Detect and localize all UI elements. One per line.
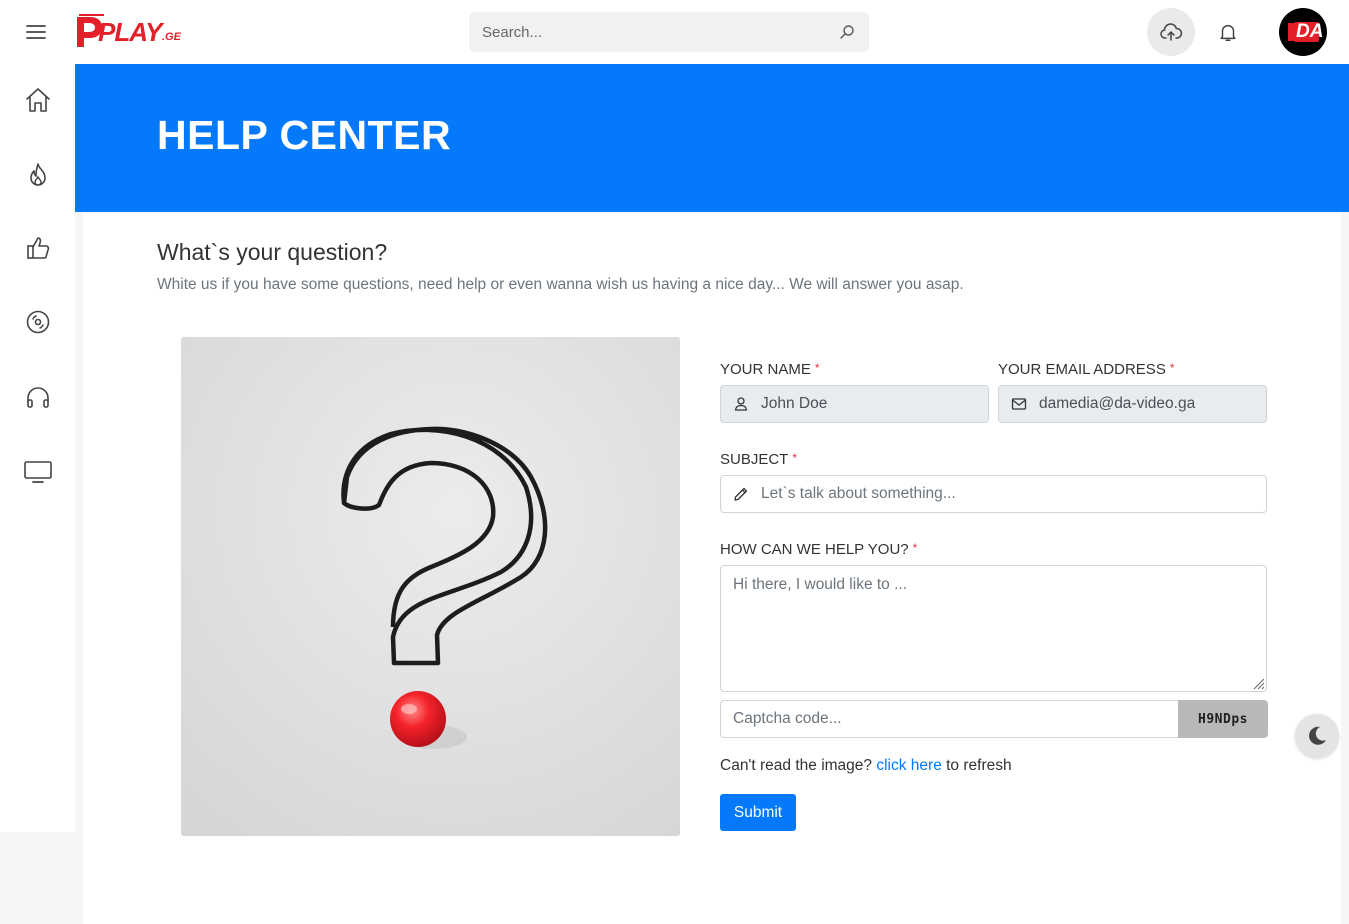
dark-mode-toggle[interactable]	[1295, 714, 1339, 758]
bell-icon	[1220, 24, 1236, 41]
subject-label: SUBJECT *	[720, 451, 797, 468]
fire-icon	[30, 163, 46, 186]
required-mark: *	[792, 451, 798, 465]
section-title: What`s your question?	[157, 239, 388, 265]
captcha-field	[720, 700, 1178, 738]
page-title: HELP CENTER	[157, 112, 452, 158]
captcha-image: H9NDps	[1178, 700, 1268, 738]
thumbs-up-icon	[27, 237, 50, 259]
message-label: HOW CAN WE HELP YOU? *	[720, 541, 917, 558]
logo-suffix: .GE	[162, 31, 181, 43]
submit-button[interactable]: Submit	[720, 794, 796, 831]
captcha-refresh-link[interactable]: click here	[876, 757, 941, 774]
sidebar-item-audio[interactable]	[18, 377, 58, 417]
required-mark: *	[1169, 361, 1175, 375]
search-bar	[469, 12, 869, 52]
name-label-text: YOUR NAME	[720, 361, 811, 378]
sidebar-item-liked[interactable]	[18, 228, 58, 268]
avatar-text: DA	[1296, 21, 1324, 42]
hero-banner: HELP CENTER	[75, 64, 1349, 212]
question-mark-image	[181, 337, 680, 836]
disc-icon	[26, 310, 50, 334]
sidebar-item-tv[interactable]	[18, 451, 58, 491]
envelope-icon	[1011, 398, 1027, 410]
hamburger-menu-icon[interactable]	[24, 20, 48, 44]
required-mark: *	[912, 541, 918, 555]
email-label: YOUR EMAIL ADDRESS *	[998, 361, 1175, 378]
tv-icon	[24, 461, 52, 483]
section-subtitle: White us if you have some questions, nee…	[157, 276, 964, 293]
name-field	[720, 385, 989, 423]
sidebar-item-music[interactable]	[18, 302, 58, 342]
search-icon[interactable]	[839, 24, 855, 40]
sidebar-item-home[interactable]	[18, 80, 58, 120]
home-icon	[26, 88, 50, 112]
headphones-icon	[27, 387, 49, 408]
resize-handle-icon[interactable]	[1251, 676, 1265, 690]
subject-field	[720, 475, 1267, 513]
cloud-upload-icon	[1160, 23, 1183, 41]
name-input[interactable]	[761, 386, 978, 422]
refresh-suffix: to refresh	[941, 757, 1012, 774]
name-label: YOUR NAME *	[720, 361, 820, 378]
sidebar	[0, 64, 75, 832]
email-label-text: YOUR EMAIL ADDRESS	[998, 361, 1166, 378]
search-input[interactable]	[469, 12, 829, 52]
main-content: What`s your question? White us if you ha…	[83, 212, 1341, 924]
pencil-icon	[734, 487, 748, 501]
refresh-prefix: Can't read the image?	[720, 757, 877, 774]
email-input[interactable]	[1039, 386, 1256, 422]
user-icon	[734, 397, 748, 411]
subject-input[interactable]	[761, 476, 1256, 512]
upload-button[interactable]	[1147, 8, 1195, 56]
moon-icon	[1309, 726, 1326, 745]
captcha-code: H9NDps	[1198, 711, 1248, 727]
subject-label-text: SUBJECT	[720, 451, 789, 468]
message-label-text: HOW CAN WE HELP YOU?	[720, 541, 909, 558]
logo-text: PLAY	[98, 17, 162, 47]
site-logo[interactable]: PLAY .GE	[76, 14, 186, 50]
required-mark: *	[814, 361, 820, 375]
sidebar-item-trending[interactable]	[18, 155, 58, 195]
notifications-button[interactable]	[1214, 18, 1242, 46]
avatar[interactable]: DA	[1279, 8, 1327, 56]
captcha-input[interactable]	[733, 701, 1163, 737]
message-textarea[interactable]	[720, 565, 1267, 692]
top-bar: PLAY .GE DA	[0, 0, 1349, 64]
captcha-refresh-text: Can't read the image? click here to refr…	[720, 757, 1012, 775]
email-field	[998, 385, 1267, 423]
